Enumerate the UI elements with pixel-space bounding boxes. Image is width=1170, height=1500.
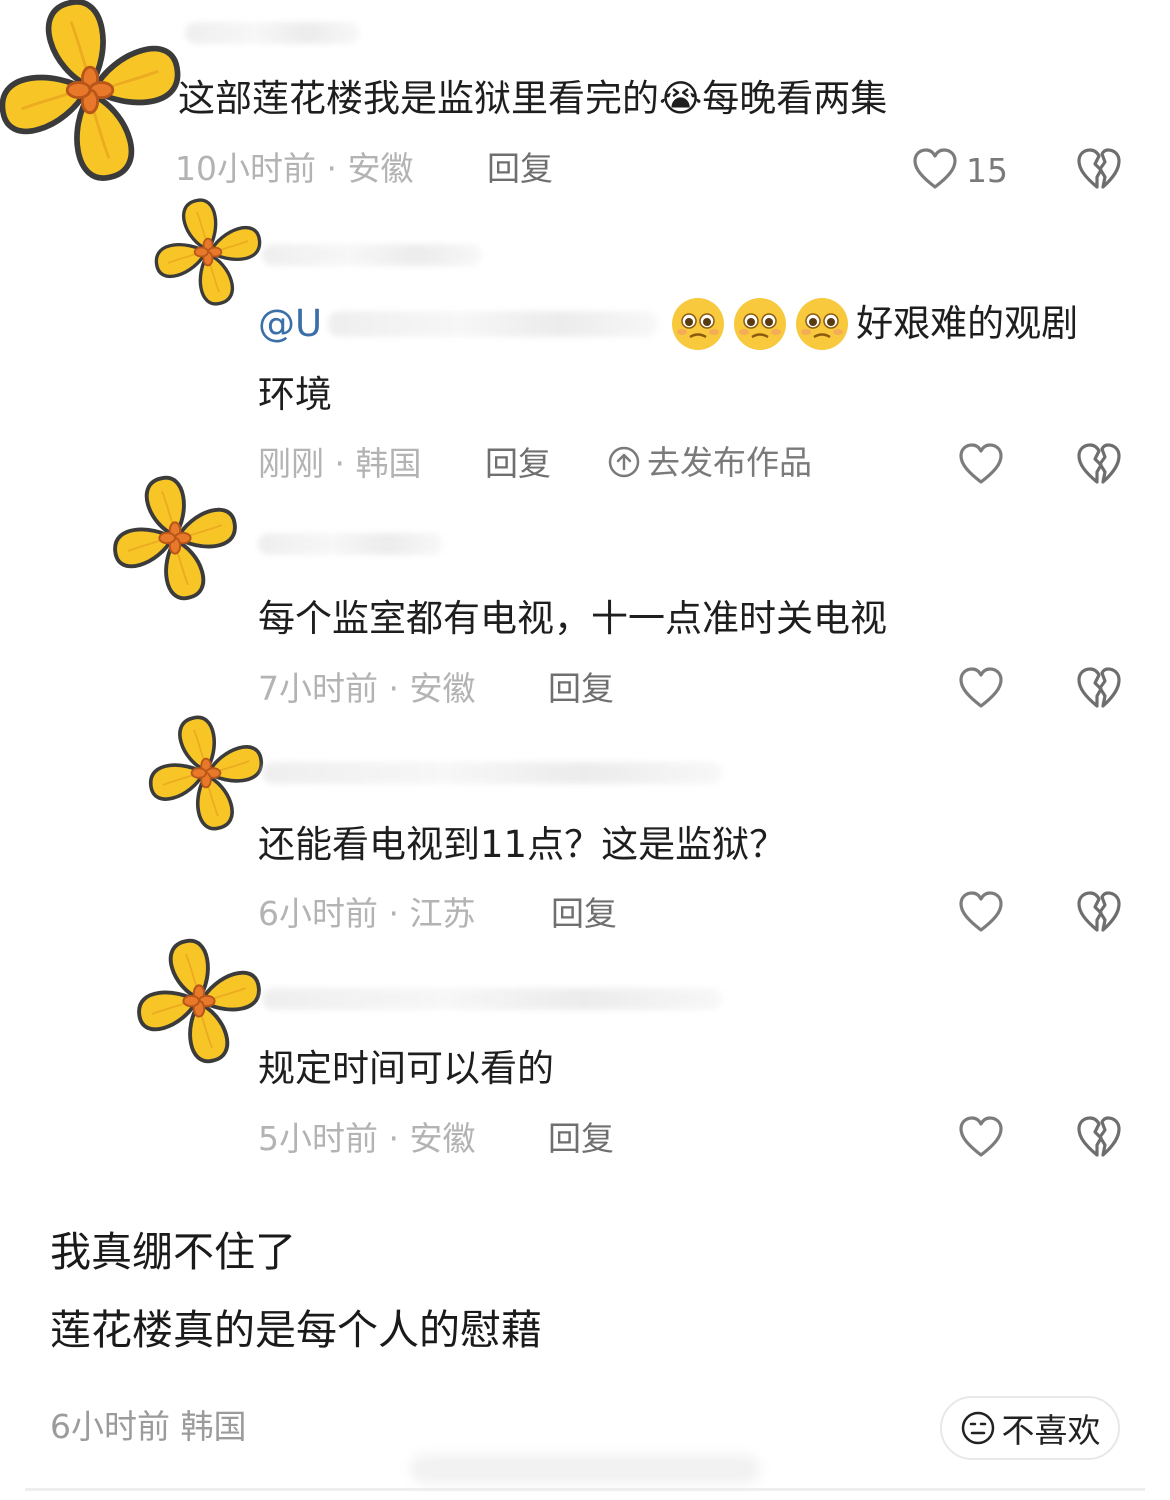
divider bbox=[25, 1488, 1145, 1491]
reply-1-publish-button[interactable]: 去发布作品 bbox=[607, 445, 812, 479]
reply-3-avatar[interactable] bbox=[146, 713, 266, 833]
dislike-label: 不喜欢 bbox=[1001, 1411, 1101, 1450]
post-caption-line1: 我真绷不住了 bbox=[50, 1228, 296, 1276]
reply-2-meta: 7小时前 · 安徽 bbox=[258, 669, 476, 708]
comment-reply-button[interactable]: 回复 bbox=[487, 152, 553, 185]
pleading-face-emoji-icon bbox=[734, 298, 787, 350]
commenter-name-blurred[interactable] bbox=[185, 22, 360, 44]
reply-4-reply-button[interactable]: 回复 bbox=[548, 1122, 614, 1155]
reply-3-like-heart-icon[interactable] bbox=[958, 890, 1004, 936]
pleading-face-emoji-icon bbox=[672, 298, 725, 350]
reply-3-dislike-broken-heart-icon[interactable] bbox=[1076, 890, 1122, 936]
reply-1-text-line2: 环境 bbox=[258, 373, 332, 416]
reply-4-name-blurred[interactable] bbox=[262, 988, 722, 1010]
comment-meta: 10小时前 · 安徽 bbox=[175, 149, 414, 188]
reply-2-like-heart-icon[interactable] bbox=[958, 666, 1004, 712]
reply-1-mention-blurred bbox=[328, 311, 659, 337]
neutral-face-icon bbox=[961, 1411, 994, 1445]
pleading-face-emoji-icon bbox=[796, 298, 849, 350]
reply-4-avatar[interactable] bbox=[134, 936, 264, 1066]
reply-2-avatar[interactable] bbox=[110, 473, 240, 603]
reply-1-avatar[interactable] bbox=[152, 196, 264, 308]
reply-3-reply-button[interactable]: 回复 bbox=[551, 897, 617, 930]
reply-2-text: 每个监室都有电视，十一点准时关电视 bbox=[258, 597, 887, 640]
comment-dislike-broken-heart-icon[interactable] bbox=[1076, 147, 1122, 193]
reply-1-text-line1: 好艰难的观剧 bbox=[856, 302, 1079, 345]
reply-4-dislike-broken-heart-icon[interactable] bbox=[1076, 1115, 1122, 1161]
reply-4-like-heart-icon[interactable] bbox=[958, 1115, 1004, 1161]
reply-1-dislike-broken-heart-icon[interactable] bbox=[1076, 442, 1122, 488]
reply-4-meta: 5小时前 · 安徽 bbox=[258, 1119, 476, 1158]
reply-2-reply-button[interactable]: 回复 bbox=[548, 672, 614, 705]
upload-circle-icon bbox=[608, 446, 640, 478]
post-caption-line2: 莲花楼真的是每个人的慰藉 bbox=[50, 1306, 542, 1354]
comment-like-heart-icon[interactable] bbox=[912, 147, 958, 193]
comment-text: 这部莲花楼我是监狱里看完的😭每晚看两集 bbox=[178, 77, 888, 120]
bottom-blurred-area bbox=[410, 1455, 760, 1483]
reply-1-name-blurred[interactable] bbox=[262, 244, 482, 266]
reply-4-text: 规定时间可以看的 bbox=[258, 1047, 554, 1090]
publish-label: 去发布作品 bbox=[647, 442, 812, 482]
reply-3-text: 还能看电视到11点？这是监狱？ bbox=[258, 823, 787, 866]
reply-3-meta: 6小时前 · 江苏 bbox=[258, 894, 476, 933]
reply-1-like-heart-icon[interactable] bbox=[958, 442, 1004, 488]
post-meta: 6小时前 韩国 bbox=[50, 1407, 247, 1446]
dislike-button[interactable]: 不喜欢 bbox=[940, 1396, 1120, 1460]
reply-2-dislike-broken-heart-icon[interactable] bbox=[1076, 666, 1122, 712]
reply-1-text: @U 好艰难的观剧 bbox=[258, 296, 1078, 352]
reply-1-reply-button[interactable]: 回复 bbox=[485, 447, 551, 480]
comment-like-count: 15 bbox=[966, 151, 1008, 190]
reply-2-name-blurred[interactable] bbox=[258, 533, 443, 555]
reply-1-meta: 刚刚 · 韩国 bbox=[258, 444, 422, 483]
reply-1-mention[interactable]: @U bbox=[258, 296, 322, 352]
reply-3-name-blurred[interactable] bbox=[262, 762, 722, 784]
commenter-avatar[interactable] bbox=[0, 0, 185, 185]
